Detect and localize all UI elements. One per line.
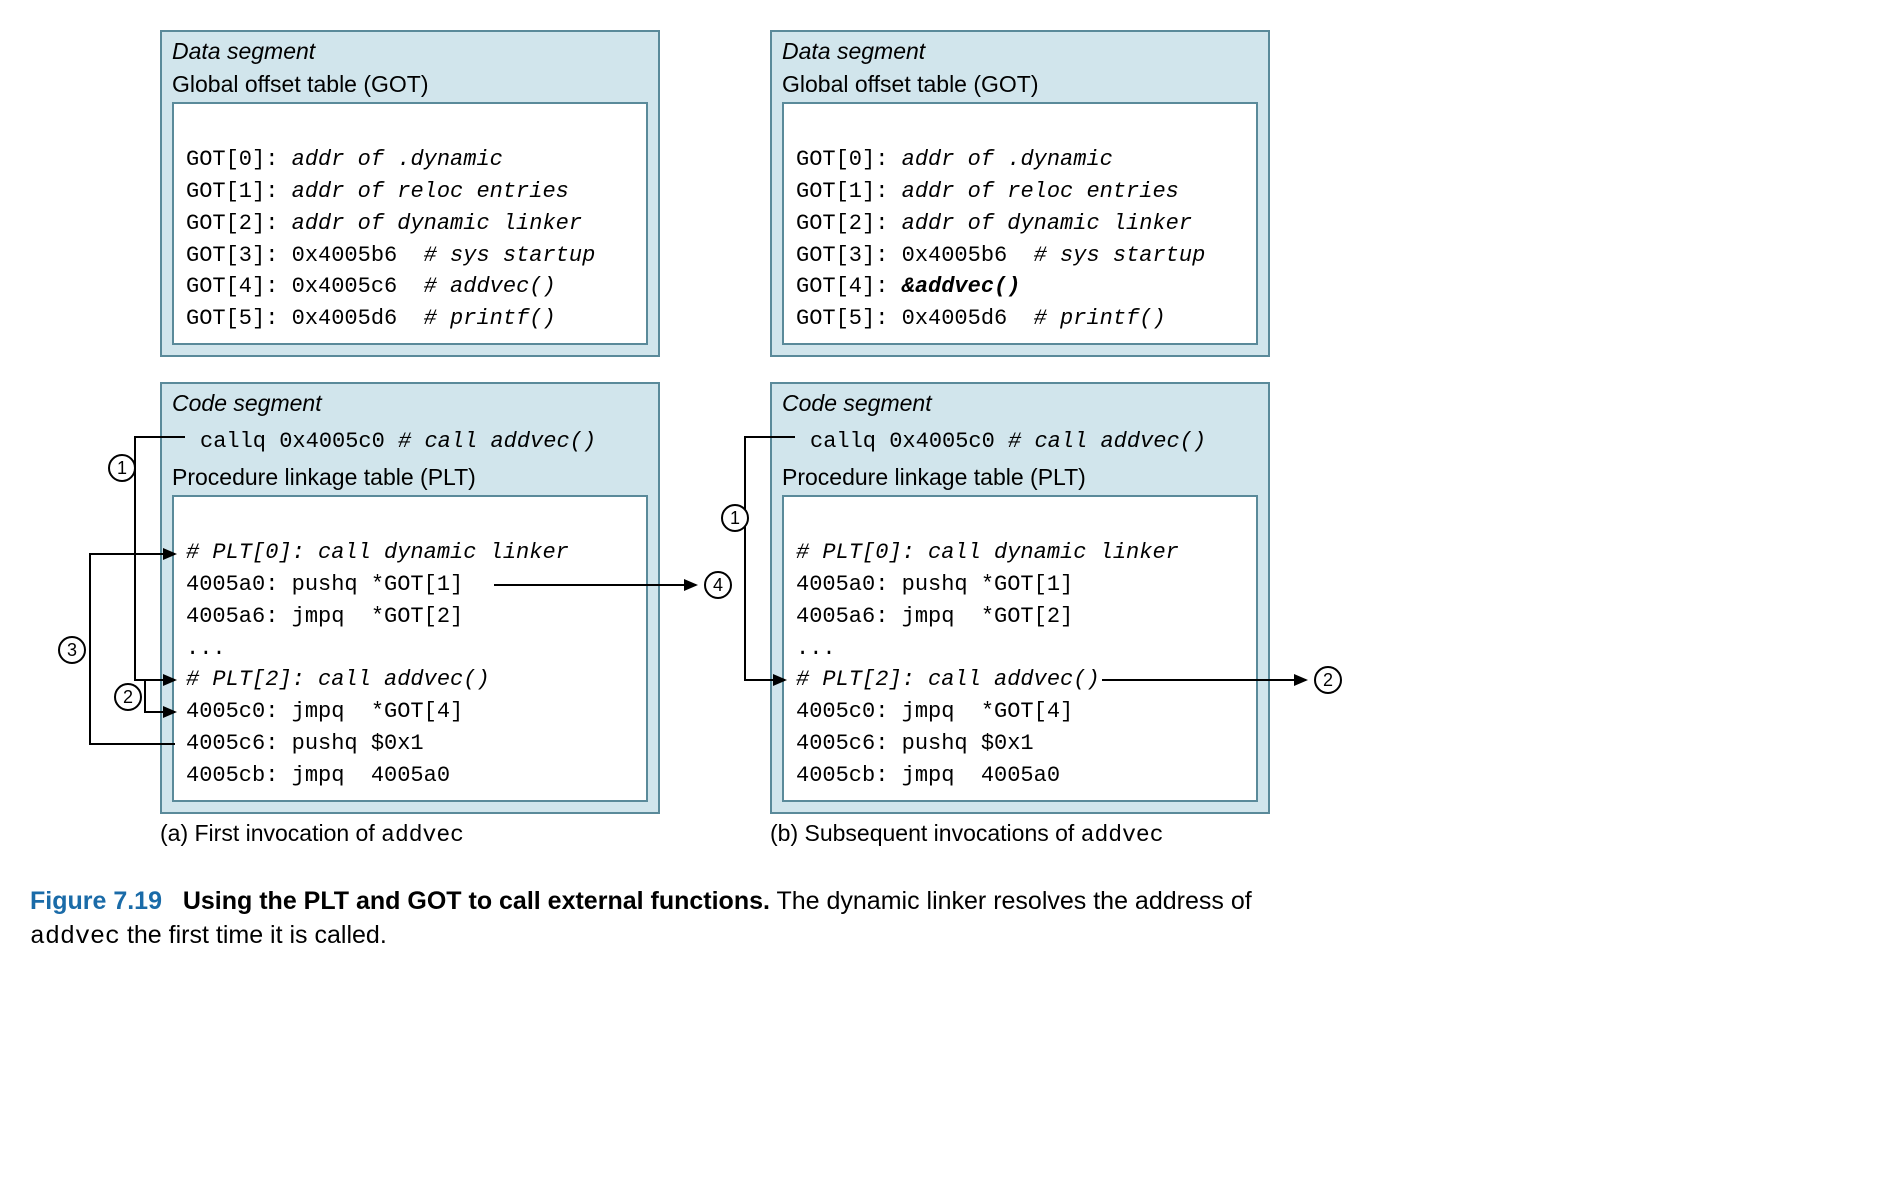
plt-line: # PLT[0]: call dynamic linker [186, 540, 569, 565]
got-entry: GOT[4]: &addvec() [796, 274, 1020, 299]
plt-line: 4005c0: jmpq *GOT[4] [186, 699, 463, 724]
call-instruction: callq 0x4005c0 # call addvec() [782, 421, 1258, 458]
plt-line: ... [796, 636, 836, 661]
plt-line: 4005c6: pushq $0x1 [186, 731, 424, 756]
data-segment-title: Data segment [172, 38, 648, 65]
got-title: Global offset table (GOT) [172, 71, 648, 98]
got-title: Global offset table (GOT) [782, 71, 1258, 98]
got-entry: GOT[0]: addr of .dynamic [186, 147, 503, 172]
left-plt-box: # PLT[0]: call dynamic linker 4005a0: pu… [172, 495, 648, 802]
code-segment-title: Code segment [782, 390, 1258, 417]
got-entry: GOT[5]: 0x4005d6 # printf() [796, 306, 1166, 331]
step-number-2: 2 [114, 683, 142, 711]
call-instruction: callq 0x4005c0 # call addvec() [172, 421, 648, 458]
left-got-box: GOT[0]: addr of .dynamic GOT[1]: addr of… [172, 102, 648, 345]
right-data-segment: Data segment Global offset table (GOT) G… [770, 30, 1270, 357]
got-entry: GOT[2]: addr of dynamic linker [796, 211, 1192, 236]
plt-line: # PLT[2]: call addvec() [796, 667, 1100, 692]
left-data-segment: Data segment Global offset table (GOT) G… [160, 30, 660, 357]
right-got-box: GOT[0]: addr of .dynamic GOT[1]: addr of… [782, 102, 1258, 345]
plt-line: 4005c6: pushq $0x1 [796, 731, 1034, 756]
figure-label: Figure 7.19 [30, 887, 162, 915]
plt-line: 4005a0: pushq *GOT[1] [186, 572, 463, 597]
figure-caption: Figure 7.19 Using the PLT and GOT to cal… [30, 885, 1850, 954]
got-entry: GOT[2]: addr of dynamic linker [186, 211, 582, 236]
got-entry: GOT[1]: addr of reloc entries [796, 179, 1179, 204]
step-number-1: 1 [721, 504, 749, 532]
plt-line: # PLT[2]: call addvec() [186, 667, 490, 692]
plt-line: 4005cb: jmpq 4005a0 [186, 763, 450, 788]
got-entry: GOT[3]: 0x4005b6 # sys startup [186, 243, 595, 268]
plt-line: 4005c0: jmpq *GOT[4] [796, 699, 1073, 724]
data-segment-title: Data segment [782, 38, 1258, 65]
got-entry: GOT[1]: addr of reloc entries [186, 179, 569, 204]
plt-line: 4005a6: jmpq *GOT[2] [186, 604, 463, 629]
got-entry: GOT[3]: 0x4005b6 # sys startup [796, 243, 1205, 268]
plt-line: # PLT[0]: call dynamic linker [796, 540, 1179, 565]
plt-line: 4005cb: jmpq 4005a0 [796, 763, 1060, 788]
plt-title: Procedure linkage table (PLT) [782, 464, 1258, 491]
plt-line: 4005a0: pushq *GOT[1] [796, 572, 1073, 597]
plt-title: Procedure linkage table (PLT) [172, 464, 648, 491]
code-segment-title: Code segment [172, 390, 648, 417]
plt-line: ... [186, 636, 226, 661]
got-entry: GOT[4]: 0x4005c6 # addvec() [186, 274, 556, 299]
figure-title: Using the PLT and GOT to call external f… [183, 887, 770, 915]
left-code-segment: Code segment callq 0x4005c0 # call addve… [160, 382, 660, 814]
figure-container: Data segment Global offset table (GOT) G… [30, 30, 1850, 1166]
step-number-4: 4 [704, 571, 732, 599]
got-entry: GOT[5]: 0x4005d6 # printf() [186, 306, 556, 331]
sub-caption-a: (a) First invocation of addvec [160, 820, 464, 848]
right-code-segment: Code segment callq 0x4005c0 # call addve… [770, 382, 1270, 814]
step-number-3: 3 [58, 636, 86, 664]
sub-caption-b: (b) Subsequent invocations of addvec [770, 820, 1164, 848]
step-number-1: 1 [108, 454, 136, 482]
got-entry: GOT[0]: addr of .dynamic [796, 147, 1113, 172]
plt-line: 4005a6: jmpq *GOT[2] [796, 604, 1073, 629]
step-number-2: 2 [1314, 666, 1342, 694]
right-plt-box: # PLT[0]: call dynamic linker 4005a0: pu… [782, 495, 1258, 802]
